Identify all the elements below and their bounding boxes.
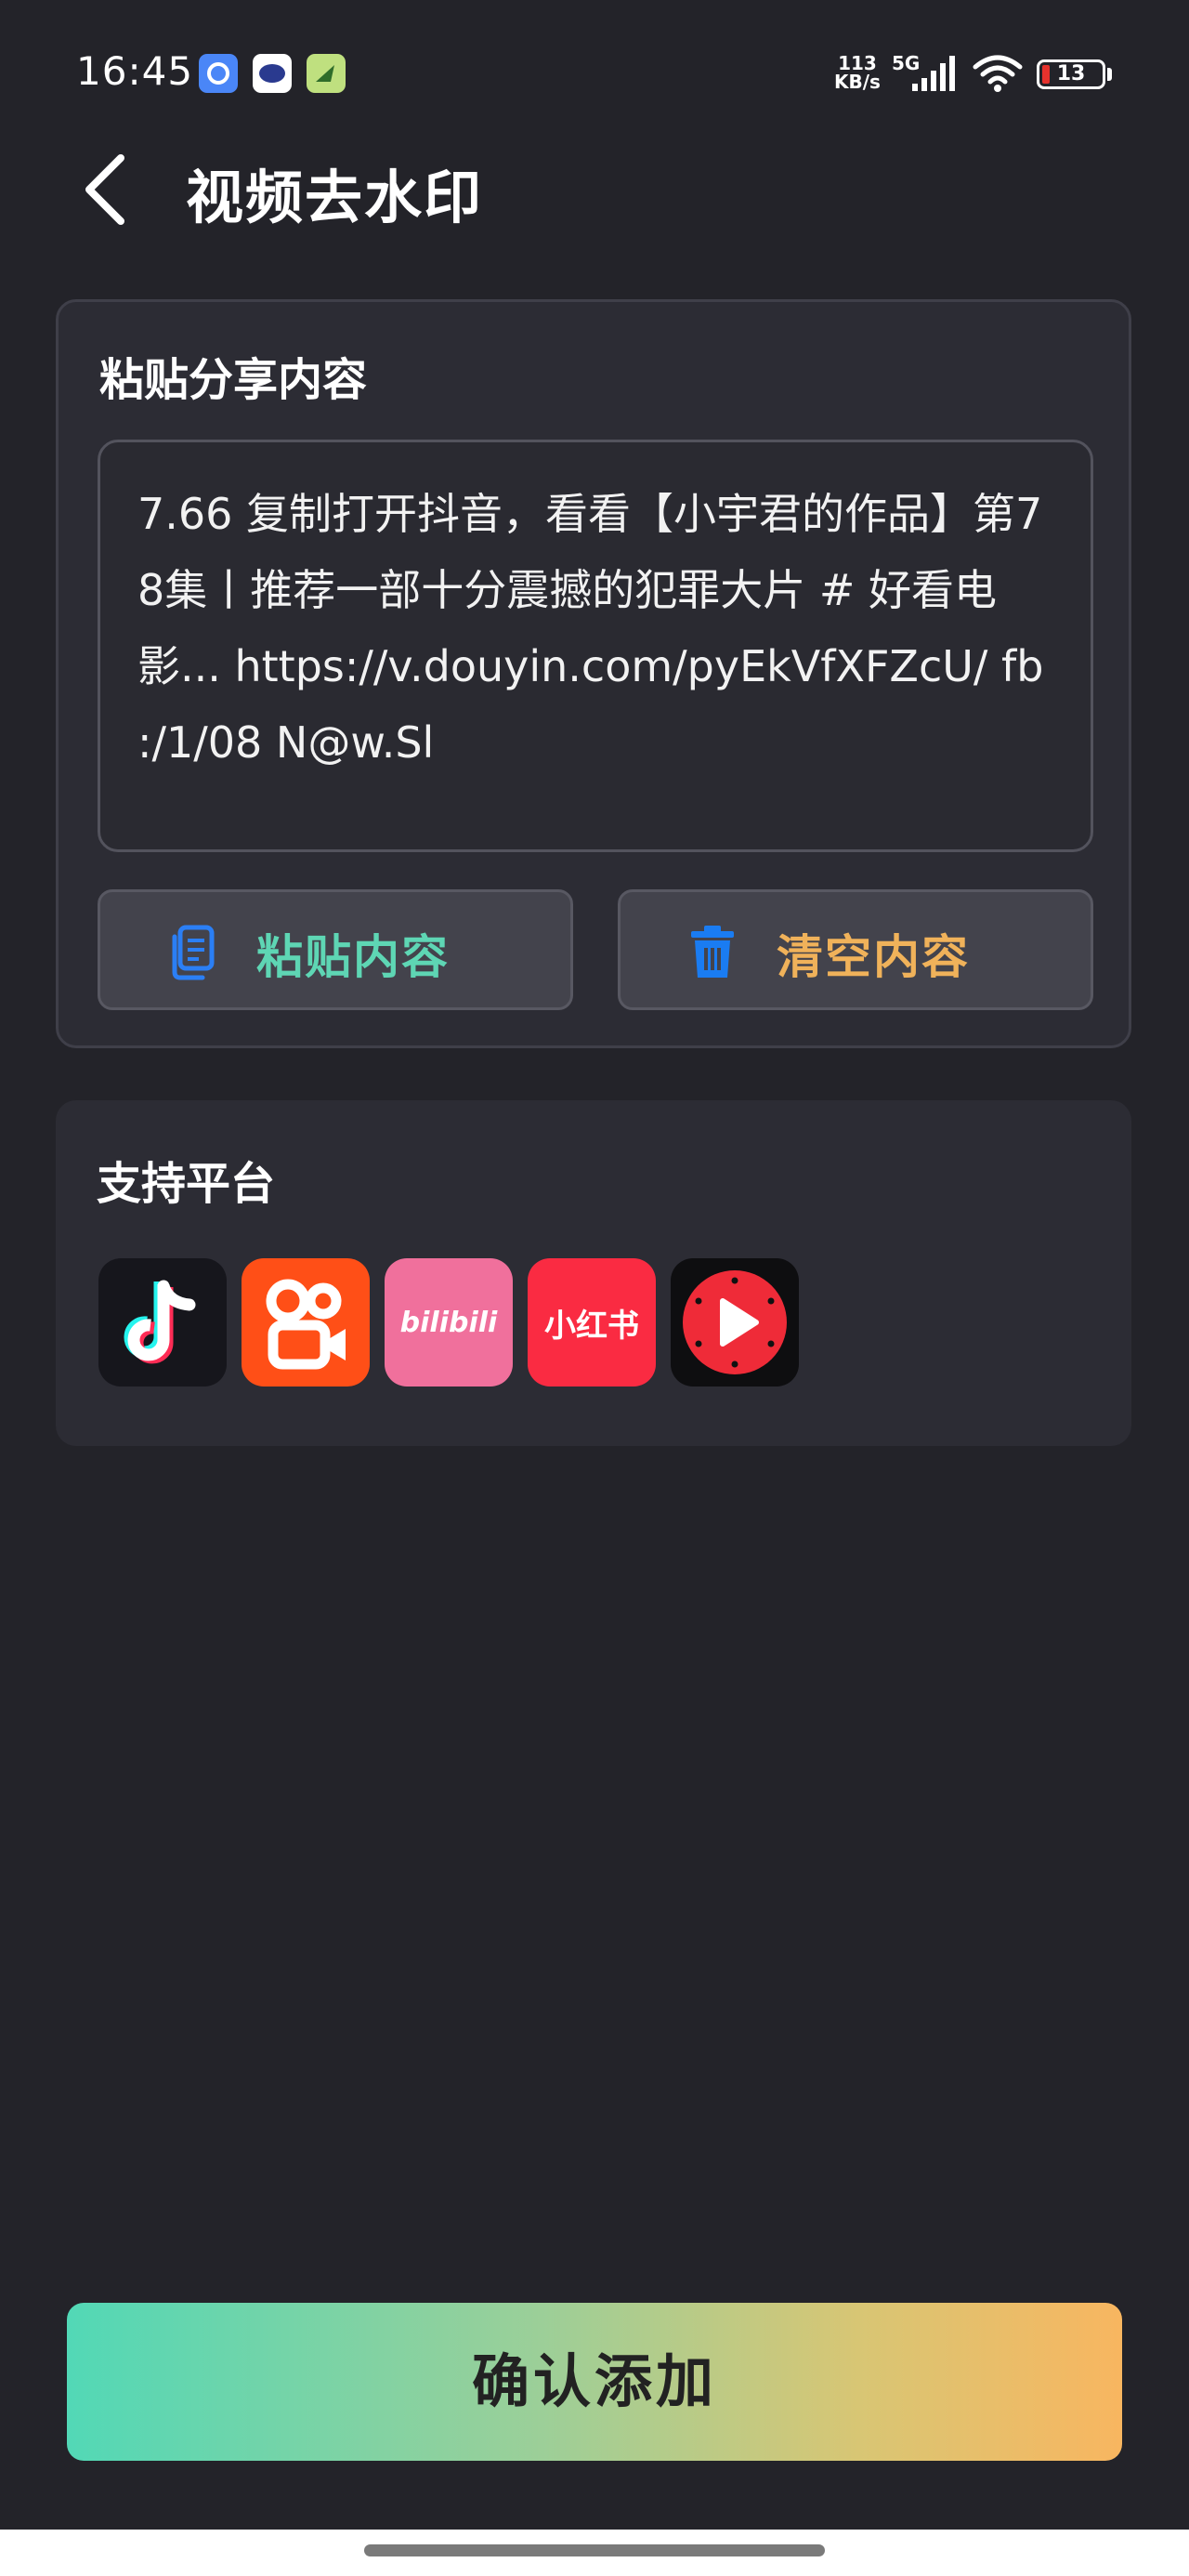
paste-card-title: 粘贴分享内容 [99,354,368,406]
battery-tip [1107,68,1112,81]
platforms-card-title: 支持平台 [97,1158,276,1210]
status-bar: 16:45 113 KB/s 5G 13 [0,0,1189,149]
share-text-input[interactable]: 7.66 复制打开抖音，看看【小宇君的作品】第78集丨推荐一部十分震撼的犯罪大片… [98,440,1093,852]
paste-content-button[interactable]: 粘贴内容 [98,889,573,1010]
wifi-icon [973,55,1023,92]
paste-share-card: 粘贴分享内容 7.66 复制打开抖音，看看【小宇君的作品】第78集丨推荐一部十分… [56,299,1131,1048]
net-speed: 113 KB/s [834,54,881,91]
app-icon-green [307,54,346,93]
signal-icon [912,56,955,91]
status-time: 16:45 [76,48,194,94]
net-speed-value: 113 [838,52,877,74]
home-indicator[interactable] [364,2544,825,2556]
bilibili-logo-icon: bilibili [385,1258,513,1387]
copy-icon [172,925,215,980]
supported-platforms-card: 支持平台 bilibili 小红书 [56,1100,1131,1446]
navigation-bar [0,2530,1189,2576]
net-speed-unit: KB/s [834,71,881,93]
battery-level: 13 [1056,62,1086,85]
douyin-logo-icon [98,1258,227,1387]
trash-icon [691,926,734,978]
back-button[interactable] [72,149,137,232]
share-text-content: 7.66 复制打开抖音，看看【小宇君的作品】第78集丨推荐一部十分震撼的犯罪大片… [137,489,1044,768]
paste-content-label: 粘贴内容 [256,930,450,984]
clear-content-label: 清空内容 [777,930,970,984]
clear-content-button[interactable]: 清空内容 [618,889,1093,1010]
page-title: 视频去水印 [186,164,484,231]
app-icon-blue [199,54,238,93]
kuaishou-logo-icon [242,1258,370,1387]
app-icon-white [253,54,292,93]
battery-icon: 13 [1037,59,1105,89]
confirm-add-label: 确认添加 [471,2347,717,2415]
xiaohongshu-logo-icon: 小红书 [528,1258,656,1387]
confirm-add-button[interactable]: 确认添加 [67,2303,1122,2461]
chevron-left-icon [85,154,124,225]
xigua-logo-icon [671,1258,799,1387]
